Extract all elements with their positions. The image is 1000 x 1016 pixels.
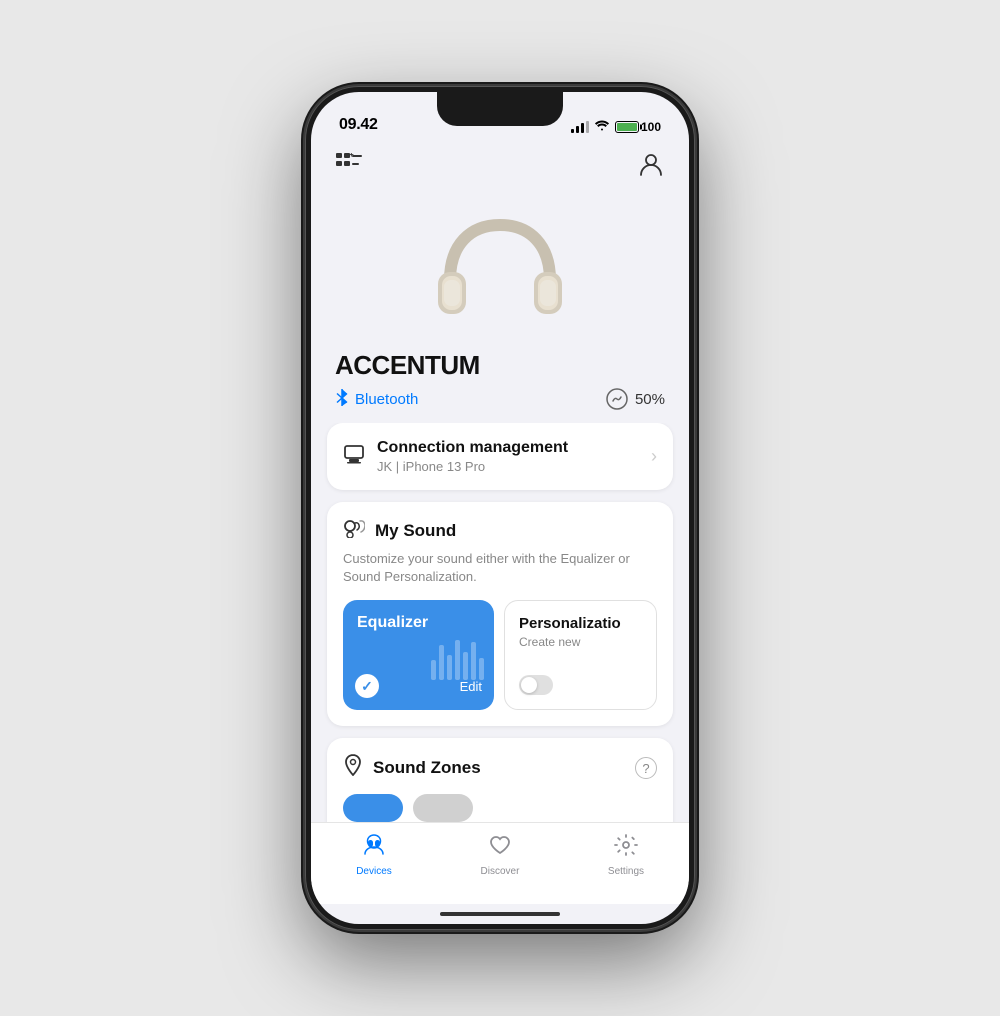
notch bbox=[437, 92, 563, 126]
connection-left: Connection management JK | iPhone 13 Pro bbox=[343, 439, 568, 474]
app-header: + bbox=[311, 142, 689, 190]
menu-button[interactable]: + bbox=[331, 146, 367, 182]
connection-icon bbox=[343, 443, 365, 471]
device-name: ACCENTUM bbox=[335, 350, 665, 381]
equalizer-bottom: ✓ Edit bbox=[355, 674, 482, 698]
sound-zones-title: Sound Zones bbox=[373, 758, 481, 778]
equalizer-check-icon: ✓ bbox=[355, 674, 379, 698]
sound-zones-card[interactable]: Sound Zones ? bbox=[327, 738, 673, 822]
sound-options: Equalizer ✓ bbox=[343, 600, 657, 710]
sound-zones-left: Sound Zones bbox=[343, 754, 481, 782]
home-indicator bbox=[311, 904, 689, 924]
connection-info: Connection management JK | iPhone 13 Pro bbox=[377, 439, 568, 474]
equalizer-edit-label[interactable]: Edit bbox=[460, 679, 482, 694]
zone-bubble-inactive bbox=[413, 794, 473, 822]
sound-icon bbox=[343, 518, 365, 544]
my-sound-header: My Sound bbox=[343, 518, 657, 544]
nav-settings-label: Settings bbox=[608, 866, 644, 877]
device-status-row: Bluetooth 50% bbox=[335, 387, 665, 411]
nav-devices-label: Devices bbox=[356, 866, 392, 877]
phone-frame: 09.42 bbox=[305, 86, 695, 930]
home-bar bbox=[440, 912, 560, 916]
status-icons: 100 bbox=[571, 119, 661, 134]
device-name-section: ACCENTUM Bluetooth bbox=[311, 350, 689, 423]
location-icon bbox=[343, 754, 363, 782]
toggle-knob bbox=[521, 677, 537, 693]
nav-discover-label: Discover bbox=[481, 866, 520, 877]
cards-container: Connection management JK | iPhone 13 Pro… bbox=[311, 423, 689, 822]
bluetooth-icon bbox=[335, 388, 349, 411]
nav-devices-icon bbox=[362, 834, 386, 862]
personalization-card[interactable]: Personalizatio Create new bbox=[504, 600, 657, 710]
connection-management-card[interactable]: Connection management JK | iPhone 13 Pro… bbox=[327, 423, 673, 490]
nav-settings[interactable]: Settings bbox=[563, 834, 689, 877]
nav-devices[interactable]: Devices bbox=[311, 834, 437, 877]
nav-discover-icon bbox=[488, 834, 512, 862]
bottom-nav: Devices Discover Settings bbox=[311, 822, 689, 904]
connection-subtitle: JK | iPhone 13 Pro bbox=[377, 459, 568, 474]
headphones-battery-icon bbox=[605, 387, 629, 411]
battery-indicator: 100 bbox=[615, 120, 661, 134]
chevron-right-icon: › bbox=[651, 446, 657, 467]
my-sound-card: My Sound Customize your sound either wit… bbox=[327, 502, 673, 726]
equalizer-card[interactable]: Equalizer ✓ bbox=[343, 600, 494, 710]
personalization-label: Personalizatio bbox=[519, 615, 642, 632]
zone-bubble-active bbox=[343, 794, 403, 822]
bluetooth-text: Bluetooth bbox=[355, 391, 418, 408]
sound-description: Customize your sound either with the Equ… bbox=[343, 550, 657, 586]
sound-zones-header: Sound Zones ? bbox=[343, 754, 657, 782]
status-time: 09.42 bbox=[339, 116, 378, 134]
my-sound-title: My Sound bbox=[375, 521, 456, 541]
personalization-sublabel: Create new bbox=[519, 635, 642, 649]
battery-percent-text: 50% bbox=[635, 391, 665, 408]
wifi-icon bbox=[594, 119, 610, 134]
signal-icon bbox=[571, 121, 589, 133]
connection-title: Connection management bbox=[377, 439, 568, 457]
nav-settings-icon bbox=[614, 834, 638, 862]
personalization-toggle[interactable] bbox=[519, 675, 553, 695]
hero-section bbox=[311, 190, 689, 350]
profile-button[interactable] bbox=[633, 146, 669, 182]
nav-discover[interactable]: Discover bbox=[437, 834, 563, 877]
equalizer-label: Equalizer bbox=[357, 614, 480, 632]
bluetooth-badge: Bluetooth bbox=[335, 388, 418, 411]
screen: 09.42 bbox=[311, 92, 689, 924]
battery-level: 50% bbox=[605, 387, 665, 411]
headphones-image bbox=[420, 210, 580, 340]
sound-zone-preview bbox=[343, 794, 657, 822]
help-icon[interactable]: ? bbox=[635, 757, 657, 779]
